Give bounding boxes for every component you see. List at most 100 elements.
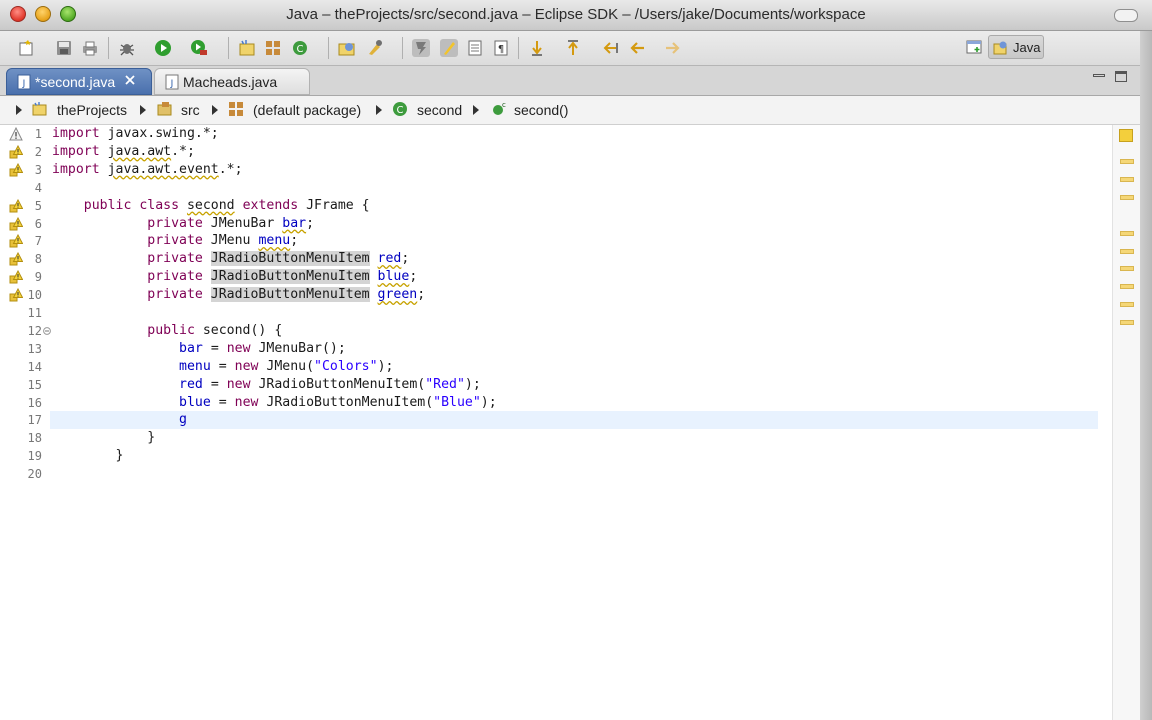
breadcrumb-arrow-icon[interactable] [140,105,146,115]
code-text[interactable]: public second() { [52,322,282,340]
code-line[interactable]: 3 import java.awt.event.*; [0,161,1100,179]
code-line[interactable]: 12 public second() { [0,322,1100,340]
paragraph-icon[interactable]: ¶ [492,39,510,57]
package-icon [229,102,243,116]
line-number: 1 [34,127,42,141]
code-line[interactable]: 13 bar = new JMenuBar(); [0,340,1100,358]
debug-icon[interactable] [118,39,136,57]
overview-warning-mark[interactable] [1120,284,1134,290]
code-line[interactable]: 9 private JRadioButtonMenuItem blue; [0,268,1100,286]
code-text[interactable]: public class second extends JFrame { [52,197,370,215]
toolbar-toggle-button[interactable] [1114,9,1138,22]
breadcrumb-item-project[interactable]: theProjects [57,102,127,118]
previous-annotation-icon[interactable] [564,39,582,57]
code-line[interactable]: 5 public class second extends JFrame { [0,197,1100,215]
code-line[interactable]: 2 import java.awt.*; [0,143,1100,161]
toggle-mark-occurrences-icon[interactable] [412,39,430,57]
run-icon[interactable] [154,39,172,57]
breadcrumb-item-class[interactable]: second [417,102,462,118]
print-icon[interactable] [81,39,99,57]
show-whitespace-icon[interactable] [466,39,484,57]
breadcrumb-item-method[interactable]: second() [514,102,568,118]
code-line[interactable]: 16 blue = new JRadioButtonMenuItem("Blue… [0,394,1100,412]
line-number: 16 [27,395,42,410]
breadcrumb: theProjects src (default package) C seco… [0,96,1140,125]
line-number: 6 [34,216,42,231]
close-tab-icon[interactable] [123,73,137,87]
code-text[interactable]: import javax.swing.*; [52,125,219,143]
code-text[interactable]: menu = new JMenu("Colors"); [52,358,393,376]
breadcrumb-arrow-icon[interactable] [212,105,218,115]
forward-icon[interactable] [664,39,682,57]
code-text[interactable]: blue = new JRadioButtonMenuItem("Blue"); [52,394,497,412]
code-line[interactable]: 11 [0,304,1100,322]
code-text[interactable]: g [52,411,187,429]
code-text[interactable]: import java.awt.*; [52,143,195,161]
code-text[interactable]: private JRadioButtonMenuItem blue; [52,268,417,286]
new-class-icon[interactable]: C [291,39,309,57]
window-title: Java – theProjects/src/second.java – Ecl… [286,6,866,23]
code-line[interactable]: 15 red = new JRadioButtonMenuItem("Red")… [0,376,1100,394]
external-tools-icon[interactable] [190,39,208,57]
code-text[interactable]: private JMenu menu; [52,232,298,250]
code-line[interactable]: 10 private JRadioButtonMenuItem green; [0,286,1100,304]
line-number: 2 [34,144,42,159]
code-line[interactable]: 8 private JRadioButtonMenuItem red; [0,250,1100,268]
overview-warning-mark[interactable] [1120,159,1134,164]
minimize-editor-button[interactable] [1093,74,1105,77]
code-text[interactable]: bar = new JMenuBar(); [52,340,346,358]
last-edit-location-icon[interactable] [602,39,620,57]
java-perspective-button[interactable]: Java [988,35,1044,59]
line-number: 17 [27,413,42,428]
overview-warning-mark[interactable] [1120,302,1134,308]
code-line[interactable]: 6 private JMenuBar bar; [0,215,1100,233]
fold-toggle-icon[interactable] [43,326,51,335]
code-line[interactable]: 7 private JMenu menu; [0,232,1100,250]
breadcrumb-arrow-icon[interactable] [376,105,382,115]
code-text[interactable]: private JRadioButtonMenuItem green; [52,286,425,304]
code-line[interactable]: 20 [0,465,1100,483]
warnings-summary-icon[interactable] [1119,129,1133,142]
code-text[interactable]: private JMenuBar bar; [52,215,314,233]
line-number: 8 [34,252,42,267]
code-line[interactable]: 19 } [0,447,1100,465]
code-text[interactable]: import java.awt.event.*; [52,161,243,179]
tab-second-java[interactable]: J *second.java [6,68,152,95]
code-editor: 1 import javax.swing.*; 2 import java.awt.*… [0,125,1141,720]
code-line[interactable]: 1 import javax.swing.*; [0,125,1100,143]
tab-macheads-java[interactable]: J Macheads.java [154,68,310,95]
code-line[interactable]: 14 menu = new JMenu("Colors"); [0,358,1100,376]
open-perspective-icon[interactable] [966,39,982,55]
breadcrumb-arrow-icon[interactable] [16,105,22,115]
code-line[interactable]: 4 [0,179,1100,197]
breadcrumb-arrow-icon[interactable] [473,105,479,115]
code-text[interactable]: red = new JRadioButtonMenuItem("Red"); [52,376,481,394]
overview-warning-mark[interactable] [1120,266,1134,272]
code-text[interactable]: } [52,429,155,447]
overview-warning-mark[interactable] [1120,230,1134,236]
line-number: 10 [27,288,42,303]
breadcrumb-item-package[interactable]: (default package) [253,102,361,118]
code-text[interactable]: private JRadioButtonMenuItem red; [52,250,409,268]
save-icon[interactable] [55,39,73,57]
breadcrumb-item-src[interactable]: src [181,102,200,118]
overview-warning-mark[interactable] [1120,194,1134,200]
highlight-icon[interactable] [440,39,458,57]
search-icon[interactable] [366,39,384,57]
code-line[interactable]: 17 g [0,411,1100,429]
overview-warning-mark[interactable] [1120,320,1134,326]
new-java-project-icon[interactable] [238,39,256,57]
java-perspective-icon [993,41,1007,55]
overview-warning-mark[interactable] [1120,248,1134,254]
overview-ruler[interactable] [1112,125,1141,720]
code-text[interactable]: } [52,447,124,465]
maximize-editor-button[interactable] [1115,71,1127,82]
overview-warning-mark[interactable] [1120,176,1134,182]
next-annotation-icon[interactable] [528,39,546,57]
back-icon[interactable] [628,39,646,57]
new-wizard-icon[interactable] [18,39,36,57]
title-bar: Java – theProjects/src/second.java – Ecl… [0,0,1152,31]
code-line[interactable]: 18 } [0,429,1100,447]
open-type-icon[interactable] [338,39,356,57]
new-package-icon[interactable] [264,39,282,57]
